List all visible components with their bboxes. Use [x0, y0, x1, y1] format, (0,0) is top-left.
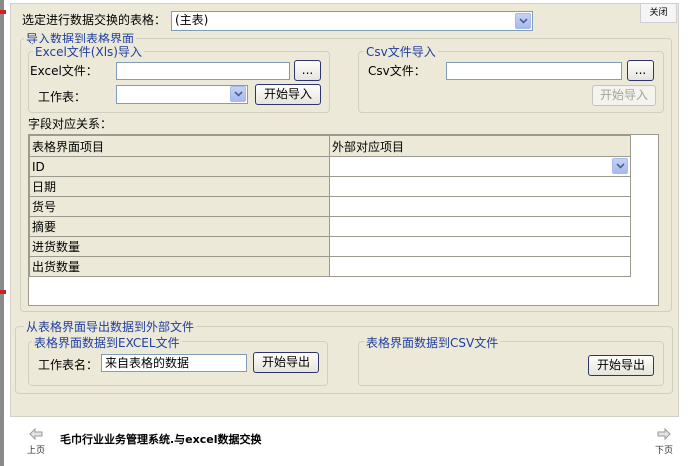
csv-import-button[interactable]: 开始导入: [592, 85, 656, 106]
table-select-dropdown-button[interactable]: [515, 13, 531, 29]
mapping-grid: 表格界面项目 外部对应项目 ID 日期 货号 摘要 进货数量 出货数量: [28, 134, 659, 306]
excel-sheet-select[interactable]: [116, 85, 248, 104]
mapping-field-cell: 货号: [29, 196, 330, 217]
export-sheet-label: 工作表名：: [38, 358, 99, 372]
export-group-title: 从表格界面导出数据到外部文件: [24, 318, 197, 335]
mapping-table: 表格界面项目 外部对应项目 ID 日期 货号 摘要 进货数量 出货数量: [29, 135, 631, 277]
table-row: ID: [29, 156, 631, 177]
left-edge-strip: [0, 0, 4, 466]
close-button[interactable]: 关闭: [640, 3, 677, 23]
mapping-header-row: 表格界面项目 外部对应项目: [29, 135, 631, 157]
excel-file-label: Excel文件：: [30, 64, 98, 78]
csv-browse-button[interactable]: ...: [627, 60, 654, 81]
mapping-field-cell: 出货数量: [29, 256, 330, 277]
csv-import-title: Csv文件导入: [364, 43, 438, 60]
excel-sheet-dropdown-button[interactable]: [230, 86, 246, 102]
mapping-external-cell[interactable]: [329, 176, 631, 197]
excel-export-button[interactable]: 开始导出: [253, 352, 319, 373]
arrow-left-icon: [29, 427, 43, 441]
mapping-external-cell[interactable]: [329, 216, 631, 237]
next-page-button[interactable]: 下页: [652, 427, 676, 456]
mapping-field-cell: 摘要: [29, 216, 330, 237]
prev-page-label: 上页: [26, 446, 45, 456]
csv-export-button[interactable]: 开始导出: [588, 355, 654, 376]
table-row: 日期: [29, 176, 631, 197]
csv-export-title: 表格界面数据到CSV文件: [364, 334, 501, 351]
table-select[interactable]: (主表): [171, 11, 533, 31]
mapping-external-cell[interactable]: [329, 236, 631, 257]
csv-file-input[interactable]: [446, 62, 622, 80]
excel-import-title: Excel文件(Xls)导入: [33, 43, 144, 60]
mapping-label: 字段对应关系：: [28, 117, 113, 131]
mapping-field-cell: 进货数量: [29, 236, 330, 257]
mapping-header-external: 外部对应项目: [329, 135, 631, 157]
mapping-field-cell: ID: [29, 156, 330, 177]
chevron-down-icon: [233, 91, 243, 97]
mapping-external-cell[interactable]: [329, 256, 631, 277]
excel-browse-button[interactable]: ...: [294, 60, 321, 81]
prev-page-button[interactable]: 上页: [24, 427, 48, 456]
mapping-field-cell: 日期: [29, 176, 330, 197]
left-edge-mark: [0, 10, 6, 14]
excel-file-input[interactable]: [116, 62, 290, 80]
table-row: 进货数量: [29, 236, 631, 257]
excel-export-title: 表格界面数据到EXCEL文件: [32, 334, 182, 351]
table-select-label: 选定进行数据交换的表格：: [22, 13, 167, 27]
mapping-header-field: 表格界面项目: [29, 135, 330, 157]
chevron-down-icon: [615, 163, 625, 169]
table-row: 出货数量: [29, 256, 631, 277]
table-select-value: (主表): [175, 13, 209, 27]
close-label: 关闭: [649, 8, 668, 18]
mapping-external-cell[interactable]: [329, 196, 631, 217]
mapping-external-select[interactable]: [329, 156, 631, 177]
footer-title: 毛巾行业业务管理系统.与excel数据交换: [60, 433, 262, 446]
table-row: 摘要: [29, 216, 631, 237]
excel-sheet-label: 工作表：: [38, 90, 87, 104]
table-row: 货号: [29, 196, 631, 217]
next-page-label: 下页: [654, 446, 673, 456]
export-sheet-input[interactable]: 来自表格的数据: [101, 354, 247, 372]
mapping-external-dropdown-button[interactable]: [612, 158, 628, 174]
arrow-right-icon: [657, 427, 671, 441]
excel-import-button[interactable]: 开始导入: [255, 84, 321, 105]
left-edge-mark: [0, 290, 6, 294]
csv-file-label: Csv文件：: [368, 64, 426, 78]
chevron-down-icon: [518, 18, 528, 24]
